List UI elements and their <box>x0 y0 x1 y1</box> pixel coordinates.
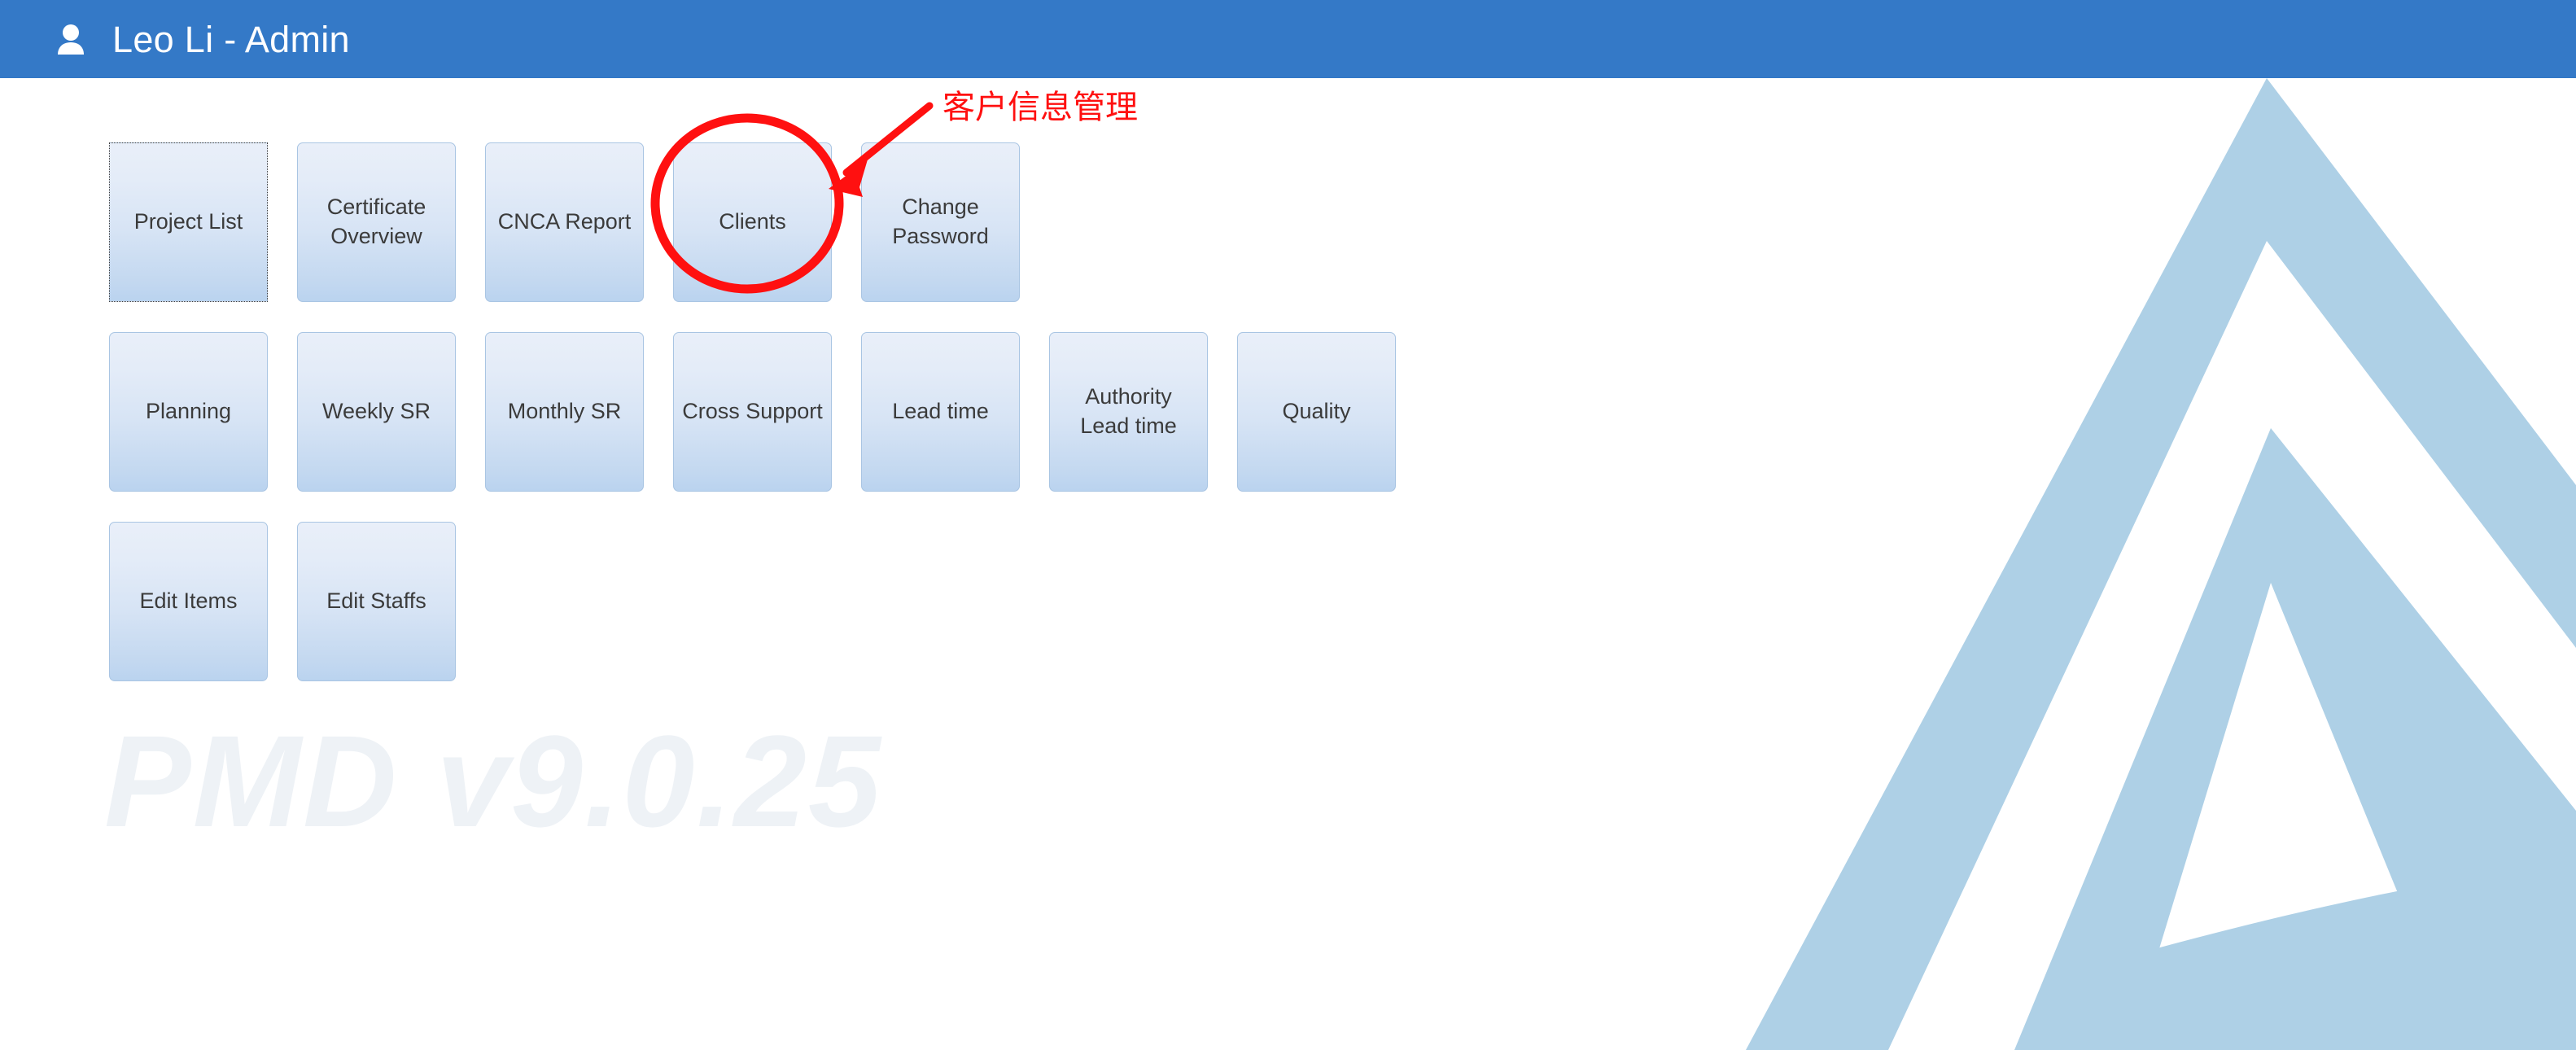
tile-quality[interactable]: Quality <box>1237 332 1396 492</box>
tile-label: Authority Lead time <box>1080 384 1177 438</box>
tile-label: Certificate Overview <box>326 195 426 248</box>
tile-label: Monthly SR <box>507 399 622 424</box>
tile-edit-items[interactable]: Edit Items <box>109 522 268 681</box>
tile-label: Planning <box>145 399 232 424</box>
app-header: Leo Li - Admin <box>0 0 2576 78</box>
tile-clients[interactable]: Clients <box>673 142 832 302</box>
tile-label: Weekly SR <box>321 399 431 424</box>
header-user-title: Leo Li - Admin <box>112 18 350 60</box>
annotation-note-text: 客户信息管理 <box>942 89 1138 126</box>
tile-edit-staffs[interactable]: Edit Staffs <box>297 522 456 681</box>
tile-label: Project List <box>133 209 243 234</box>
tile-authority-lead-time[interactable]: Authority Lead time <box>1049 332 1208 492</box>
tile-label: Cross Support <box>682 399 823 424</box>
tile-certificate-overview[interactable]: Certificate Overview <box>297 142 456 302</box>
tile-cnca-report[interactable]: CNCA Report <box>485 142 644 302</box>
tile-row-1: Project List Certificate Overview CNCA R… <box>109 142 1425 302</box>
tile-label: Change Password <box>892 195 989 248</box>
version-watermark: PMD v9.0.25 <box>104 708 882 854</box>
tile-label: Lead time <box>892 399 989 424</box>
tile-label: Edit Staffs <box>326 588 426 614</box>
tile-row-3: Edit Items Edit Staffs <box>109 522 1425 681</box>
tile-label: Clients <box>719 209 786 234</box>
tile-lead-time[interactable]: Lead time <box>861 332 1020 492</box>
tile-row-2: Planning Weekly SR Monthly SR Cross Supp… <box>109 332 1425 492</box>
user-icon <box>57 23 85 55</box>
tile-label: Edit Items <box>139 588 238 614</box>
tile-label: CNCA Report <box>497 209 632 234</box>
tile-label: Quality <box>1282 399 1351 424</box>
tile-change-password[interactable]: Change Password <box>861 142 1020 302</box>
tile-planning[interactable]: Planning <box>109 332 268 492</box>
tile-monthly-sr[interactable]: Monthly SR <box>485 332 644 492</box>
tile-project-list[interactable]: Project List <box>109 142 268 302</box>
dashboard-tile-grid: Project List Certificate Overview CNCA R… <box>109 142 1425 711</box>
tile-cross-support[interactable]: Cross Support <box>673 332 832 492</box>
tile-weekly-sr[interactable]: Weekly SR <box>297 332 456 492</box>
triangle-chevron-logo <box>1746 78 2576 1050</box>
